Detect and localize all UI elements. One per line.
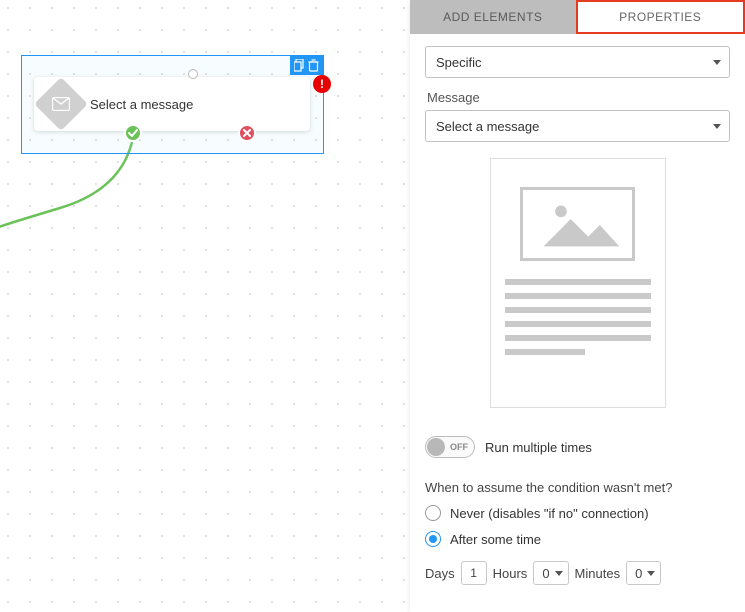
minutes-dropdown[interactable]: 0 <box>626 561 661 585</box>
days-label: Days <box>425 566 455 581</box>
radio-icon <box>425 531 441 547</box>
image-placeholder-icon <box>520 187 635 261</box>
panel-tabs: ADD ELEMENTS PROPERTIES <box>410 0 745 34</box>
chevron-down-icon <box>555 571 563 576</box>
radio-after-some-time[interactable]: After some time <box>425 531 730 547</box>
side-panel: ADD ELEMENTS PROPERTIES Specific Message… <box>410 0 745 612</box>
time-settings: Days 1 Hours 0 Minutes 0 <box>425 561 730 585</box>
envelope-icon <box>34 77 88 131</box>
run-multiple-toggle[interactable]: OFF <box>425 436 475 458</box>
message-preview <box>490 158 666 408</box>
tab-properties[interactable]: PROPERTIES <box>576 0 745 34</box>
node-delete-icon[interactable] <box>308 59 319 72</box>
message-node[interactable]: Select a message <box>34 77 310 131</box>
toggle-label: Run multiple times <box>485 440 592 455</box>
node-copy-icon[interactable] <box>294 59 305 72</box>
hours-label: Hours <box>493 566 528 581</box>
type-dropdown[interactable]: Specific <box>425 46 730 78</box>
radio-icon <box>425 505 441 521</box>
node-label: Select a message <box>90 97 193 112</box>
radio-never[interactable]: Never (disables "if no" connection) <box>425 505 730 521</box>
workflow-canvas[interactable]: ! Select a message <box>0 0 410 612</box>
message-label: Message <box>427 90 730 105</box>
node-port-yes[interactable] <box>124 124 142 142</box>
chevron-down-icon <box>713 124 721 129</box>
tab-add-elements[interactable]: ADD ELEMENTS <box>410 0 576 34</box>
condition-question: When to assume the condition wasn't met? <box>425 480 730 495</box>
hours-dropdown[interactable]: 0 <box>533 561 568 585</box>
message-dropdown[interactable]: Select a message <box>425 110 730 142</box>
minutes-label: Minutes <box>575 566 621 581</box>
node-selection[interactable]: ! Select a message <box>21 55 324 154</box>
node-port-in[interactable] <box>188 69 198 79</box>
chevron-down-icon <box>713 60 721 65</box>
chevron-down-icon <box>647 571 655 576</box>
node-toolbar <box>290 56 323 75</box>
node-port-no[interactable] <box>238 124 256 142</box>
days-input[interactable]: 1 <box>461 561 487 585</box>
node-warning-badge: ! <box>313 75 331 93</box>
